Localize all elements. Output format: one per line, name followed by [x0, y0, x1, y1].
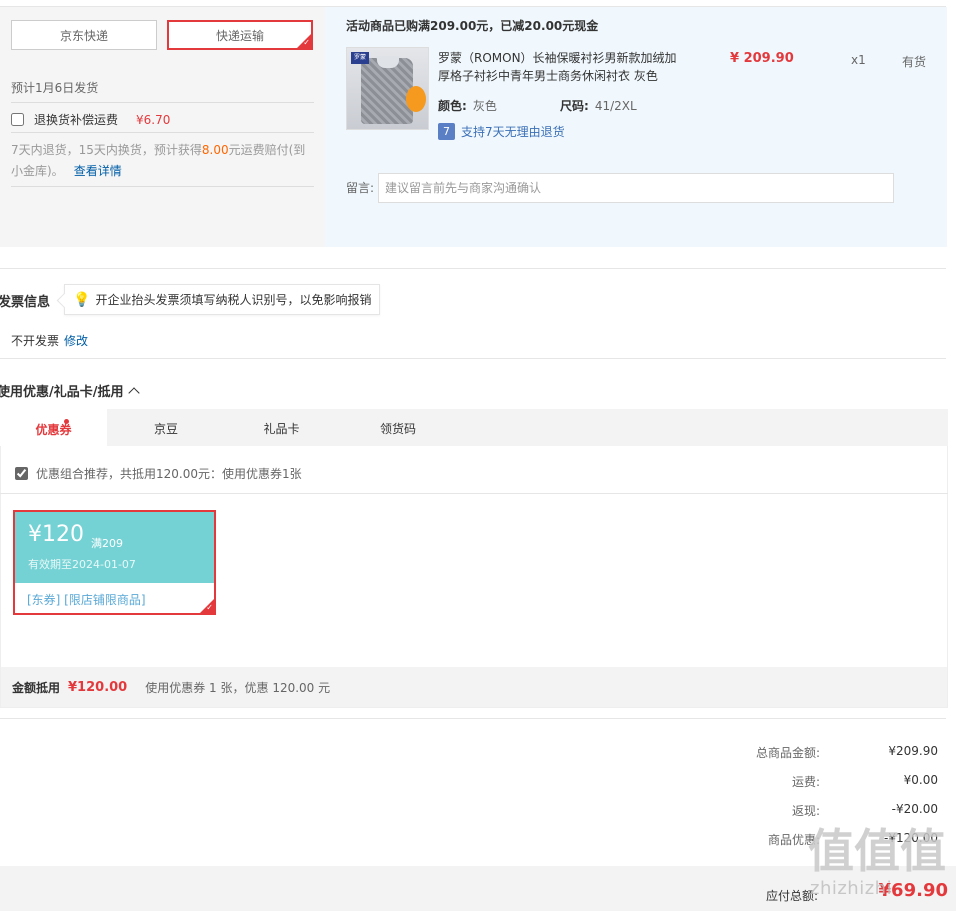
return-policy-text: 支持7天无理由退货 [461, 125, 565, 139]
coupon-tags: [东券] [限店铺限商品] [27, 593, 146, 607]
coupon-summary-label: 金额抵用 [12, 680, 61, 695]
product-price: ¥ 209.90 [730, 51, 794, 66]
warm-badge-icon [406, 86, 426, 112]
notification-dot [64, 419, 69, 424]
invoice-edit-link[interactable]: 修改 [64, 332, 88, 349]
total-row: 返现: -¥20.00 [700, 802, 938, 819]
invoice-value: 不开发票 [11, 334, 60, 348]
shipping-divider [11, 132, 314, 133]
coupon-summary-amount: ¥120.00 [68, 679, 128, 695]
shipping-divider [11, 102, 314, 103]
coupon-amount: ¥120 [28, 522, 84, 547]
product-stock: 有货 [902, 55, 927, 69]
coupon-card-header: ¥120 满209 有效期至2024-01-07 [15, 512, 214, 583]
insurance-label: 退换货补偿运费 [34, 113, 119, 127]
tab-redeem-code[interactable]: 领货码 [338, 409, 458, 447]
product-quantity: x1 [851, 53, 866, 67]
brand-logo: 罗蒙 [351, 52, 369, 64]
product-name[interactable]: 罗蒙（ROMON）长袖保暖衬衫男新款加绒加厚格子衬衫中青年男士商务休闲衬衣 灰色 [438, 49, 688, 85]
coupon-section-toggle[interactable]: 使用优惠/礼品卡/抵用 [0, 381, 140, 400]
tab-gift-card[interactable]: 礼品卡 [225, 409, 338, 447]
watermark-text: zhizhizhi [810, 878, 893, 899]
shipping-option-label: 快递运输 [215, 28, 264, 43]
chevron-up-icon [127, 386, 140, 399]
insurance-checkbox[interactable] [11, 113, 24, 126]
insurance-desc-text: 7天内退货，15天内换货，预计获得 [11, 143, 202, 157]
coupon-summary: 金额抵用 ¥120.00 使用优惠券 1 张，优惠 120.00 元 [1, 667, 947, 707]
insurance-description: 7天内退货，15天内换货，预计获得8.00元运费赔付(到小金库)。 查看详情 [11, 140, 316, 182]
shipping-option-express[interactable]: 快递运输 ✓ [167, 20, 313, 50]
invoice-title: 发票信息 [0, 295, 51, 310]
coupon-summary-desc: 使用优惠券 1 张，优惠 120.00 元 [145, 680, 331, 695]
insurance-price: ¥6.70 [136, 112, 171, 127]
invoice-tip-text: 开企业抬头发票须填写纳税人识别号，以免影响报销 [95, 293, 372, 307]
size-value: 41/2XL [594, 99, 637, 113]
section-divider [0, 268, 946, 269]
combo-recommend-row: 优惠组合推荐，共抵用120.00元：使用优惠券1张 [15, 465, 302, 482]
total-label: 商品优惠: [767, 833, 820, 847]
product-color: 颜色: 灰色 [438, 97, 497, 114]
watermark: 值值值 zhizhizhi [808, 824, 956, 899]
selected-check-icon: ✓ [200, 599, 214, 613]
grand-total-label: 应付总额: [765, 889, 818, 903]
coupon-expiry: 有效期至2024-01-07 [28, 558, 136, 571]
watermark-glyphs: 值值值 [808, 824, 946, 878]
insurance-row: 退换货补偿运费 ¥6.70 [11, 111, 170, 128]
total-row: 运费: ¥0.00 [700, 773, 938, 790]
tab-coupons[interactable]: 优惠券 [0, 409, 107, 447]
section-divider [0, 358, 946, 359]
color-label: 颜色: [438, 99, 467, 113]
tab-jd-beans[interactable]: 京豆 [107, 409, 225, 447]
color-value: 灰色 [472, 99, 497, 113]
promo-title: 活动商品已购满209.00元，已减20.00元现金 [346, 19, 599, 33]
return-policy-icon: 7 [438, 123, 455, 140]
section-divider [0, 718, 946, 719]
insurance-desc-amount: 8.00 [201, 143, 229, 157]
coupon-section-title: 使用优惠/礼品卡/抵用 [0, 385, 124, 400]
combo-recommend-text: 优惠组合推荐，共抵用120.00元：使用优惠券1张 [36, 467, 302, 481]
shipping-option-jd-express[interactable]: 京东快递 [11, 20, 157, 50]
coupon-card[interactable]: ¥120 满209 有效期至2024-01-07 [东券] [限店铺限商品] ✓ [13, 510, 216, 615]
message-input[interactable] [378, 173, 894, 203]
return-policy[interactable]: 7 支持7天无理由退货 [438, 123, 565, 140]
total-value: ¥0.00 [903, 773, 938, 787]
total-row: 总商品金额: ¥209.90 [700, 744, 938, 761]
invoice-tip: 💡 开企业抬头发票须填写纳税人识别号，以免影响报销 [64, 284, 380, 315]
selected-check-icon: ✓ [297, 34, 311, 48]
shirt-collar [377, 56, 399, 68]
total-value: -¥20.00 [891, 802, 938, 816]
total-value: ¥209.90 [888, 744, 938, 758]
shipping-divider [11, 186, 314, 187]
total-label: 总商品金额: [755, 746, 820, 760]
message-label: 留言: [346, 181, 375, 195]
total-label: 运费: [791, 775, 820, 789]
product-image[interactable]: 罗蒙 [346, 47, 429, 130]
coupon-divider [0, 493, 948, 494]
coupon-minimum: 满209 [91, 537, 123, 550]
ship-date: 预计1月6日发货 [11, 81, 99, 95]
lightbulb-icon: 💡 [73, 291, 91, 308]
size-label: 尺码: [560, 99, 589, 113]
insurance-details-link[interactable]: 查看详情 [74, 164, 122, 178]
combo-recommend-checkbox[interactable] [15, 467, 28, 480]
product-size: 尺码: 41/2XL [560, 97, 637, 114]
total-label: 返现: [791, 804, 820, 818]
